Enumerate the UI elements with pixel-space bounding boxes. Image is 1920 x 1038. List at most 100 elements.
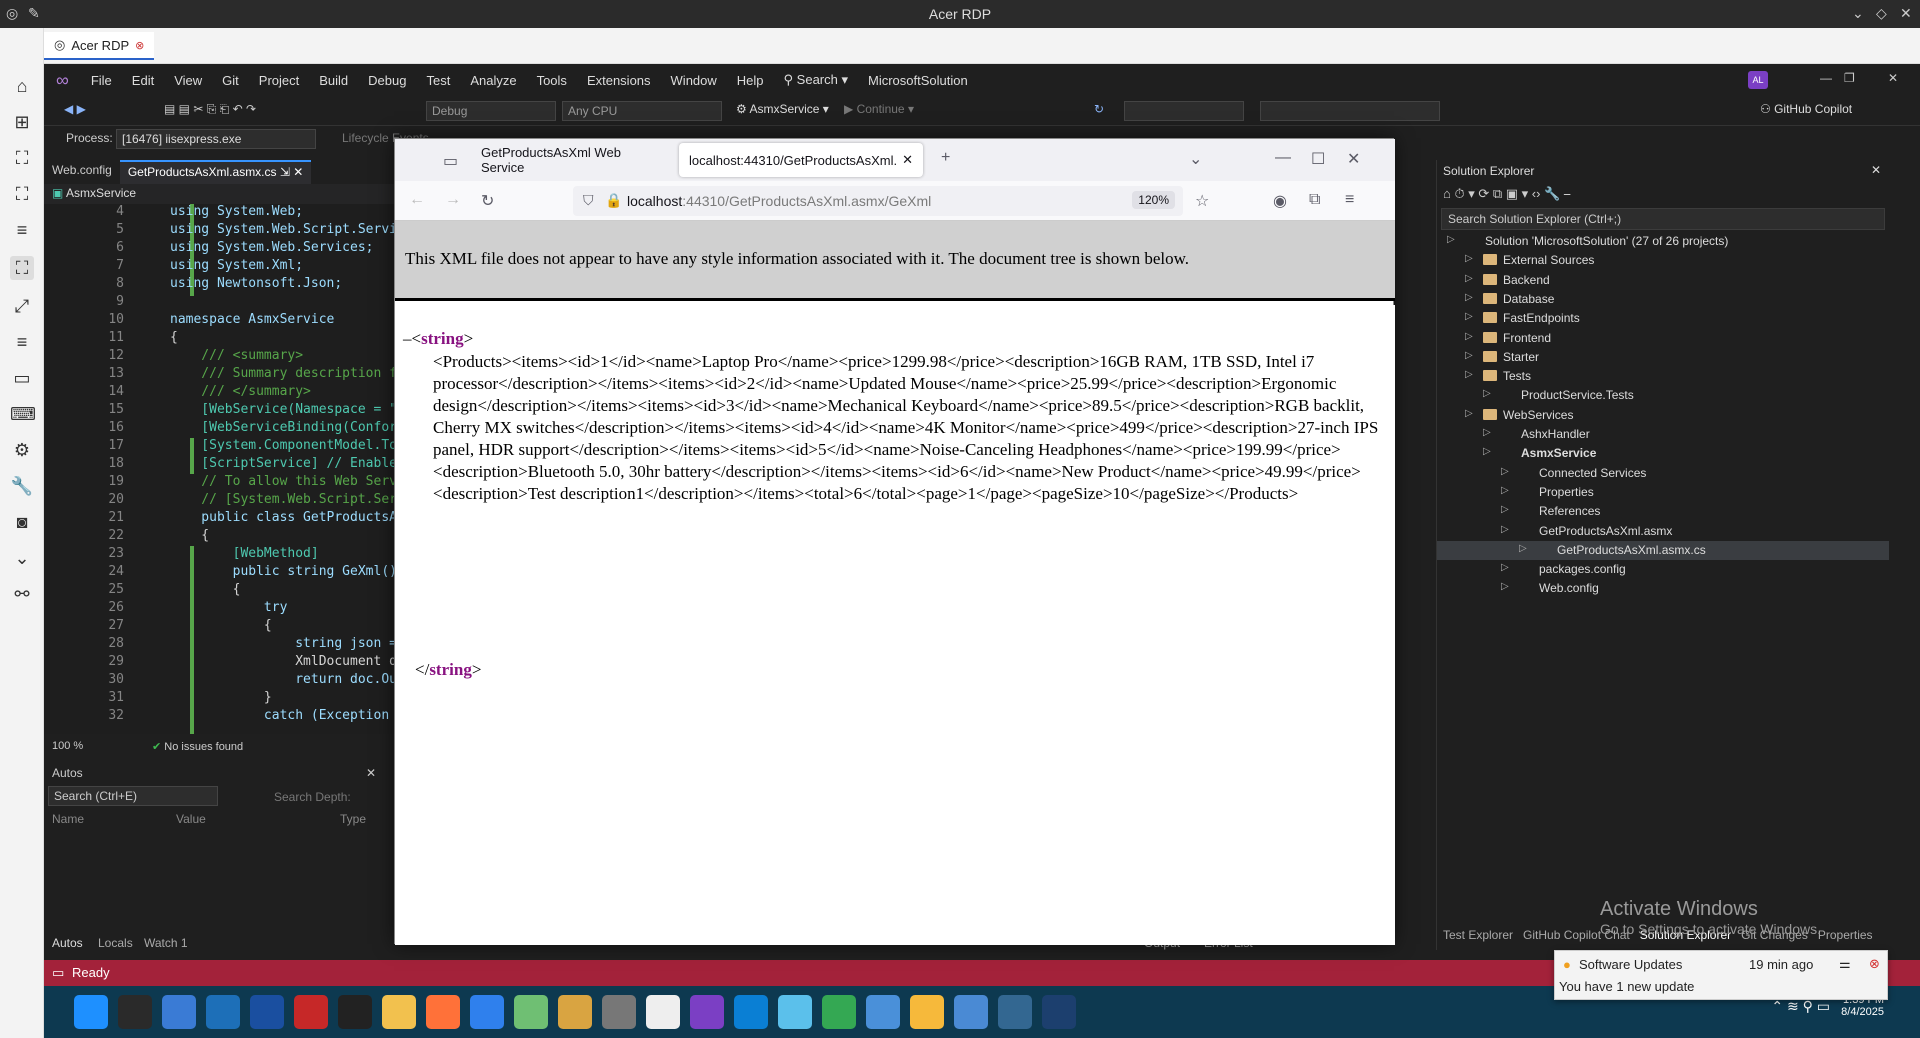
session-close-icon[interactable]: ⊗: [135, 39, 144, 52]
link-icon[interactable]: ⚯: [10, 582, 34, 606]
camera-icon[interactable]: ◙: [10, 510, 34, 534]
expand-arrow-icon[interactable]: ▷: [1465, 331, 1473, 342]
expand-arrow-icon[interactable]: ▷: [1501, 466, 1509, 477]
tree-item[interactable]: ▷ packages.config: [1437, 560, 1889, 579]
star-icon[interactable]: ☆: [1195, 191, 1209, 211]
code-line[interactable]: return doc.Ou: [170, 672, 394, 687]
menu-debug[interactable]: Debug: [358, 73, 416, 88]
forward-icon[interactable]: →: [445, 191, 461, 209]
expand-arrow-icon[interactable]: ▷: [1465, 350, 1473, 361]
zoom-badge[interactable]: 120%: [1132, 191, 1175, 209]
code-line[interactable]: public string GeXml(): [170, 564, 394, 579]
menu-project[interactable]: Project: [249, 73, 309, 88]
issues-status[interactable]: ✔ No issues found: [152, 740, 243, 753]
code-line[interactable]: [WebMethod]: [170, 546, 319, 561]
tray-icons[interactable]: ⌃ ≋ ⚲ ▭: [1771, 998, 1830, 1015]
menu-git[interactable]: Git: [212, 73, 249, 88]
hamburger-menu-icon[interactable]: ≡: [1345, 191, 1354, 209]
code-line[interactable]: [WebService(Namespace = ": [170, 402, 394, 417]
expand-arrow-icon[interactable]: ▷: [1483, 427, 1491, 438]
code-line[interactable]: // [System.Web.Script.Serv: [170, 492, 394, 507]
solution-toolbar[interactable]: ⌂ ⏱ ▾ ⟳ ⧉ ▣ ▾ ‹› 🔧 ⎯: [1443, 186, 1570, 202]
app-icon-3[interactable]: [514, 995, 548, 1029]
tree-item[interactable]: ▷ ProductService.Tests: [1437, 386, 1889, 405]
menu-icon[interactable]: ≡: [10, 218, 34, 242]
smart-size-icon[interactable]: ⛶: [10, 256, 34, 280]
code-line[interactable]: {: [170, 582, 241, 597]
tab-autos[interactable]: Autos: [52, 936, 83, 950]
tab-close-icon[interactable]: ✕: [902, 152, 913, 168]
window-icon[interactable]: ▭: [10, 366, 34, 390]
expand-arrow-icon[interactable]: ▷: [1501, 562, 1509, 573]
continue-button[interactable]: ▶ Continue ▾: [844, 102, 914, 116]
rdp-session-tab[interactable]: ◎ Acer RDP ⊗: [44, 32, 155, 60]
fullscreen-icon[interactable]: ⛶: [10, 182, 34, 206]
tree-item[interactable]: ▷ Frontend: [1437, 329, 1889, 348]
menu-edit[interactable]: Edit: [122, 73, 164, 88]
chrome-icon[interactable]: [822, 995, 856, 1029]
code-line[interactable]: [System.ComponentModel.Too: [170, 438, 394, 453]
search-icon[interactable]: [206, 995, 240, 1029]
gimp-icon[interactable]: [602, 995, 636, 1029]
code-line[interactable]: [WebServiceBinding(Confor: [170, 420, 394, 435]
back-icon[interactable]: ◀ ▶: [64, 102, 86, 116]
restart-icon[interactable]: ↻: [1094, 102, 1104, 116]
expand-arrow-icon[interactable]: ▷: [1483, 388, 1491, 399]
close-icon[interactable]: ✕: [1900, 5, 1912, 22]
code-line[interactable]: [ScriptService] // Enable: [170, 456, 394, 471]
expand-arrow-icon[interactable]: ▷: [1501, 485, 1509, 496]
code-line[interactable]: {: [170, 618, 272, 633]
search-menu[interactable]: ⚲ Search ▾: [774, 72, 858, 88]
notification-close-icon[interactable]: ⊗: [1869, 956, 1880, 972]
tree-item[interactable]: ▷ External Sources: [1437, 251, 1889, 270]
process-dropdown[interactable]: [16476] iisexpress.exe: [116, 129, 316, 149]
expand-arrow-icon[interactable]: ▷: [1501, 524, 1509, 535]
add-connection-icon[interactable]: ⊞: [10, 110, 34, 134]
tab-locals[interactable]: Locals: [98, 936, 133, 950]
tree-item[interactable]: ▷ AsmxService: [1437, 444, 1889, 463]
zoom-level[interactable]: 100 %: [52, 740, 83, 752]
tree-item[interactable]: ▷ Properties: [1437, 483, 1889, 502]
expand-arrow-icon[interactable]: ▷: [1483, 446, 1491, 457]
defender-icon[interactable]: [250, 995, 284, 1029]
expand-arrow-icon[interactable]: ▷: [1501, 581, 1509, 592]
app-icon-1[interactable]: [162, 995, 196, 1029]
file-explorer-icon[interactable]: [382, 995, 416, 1029]
tree-item[interactable]: ▷ FastEndpoints: [1437, 309, 1889, 328]
expand-icon[interactable]: ⤢: [10, 294, 34, 318]
app-icon-6[interactable]: [866, 995, 900, 1029]
restore-window-icon[interactable]: ❐: [1844, 71, 1855, 85]
tree-item[interactable]: ▷ AshxHandler: [1437, 425, 1889, 444]
navigation-bar[interactable]: ▣ AsmxService: [44, 184, 394, 204]
expand-arrow-icon[interactable]: ▷: [1465, 253, 1473, 264]
autos-close-icon[interactable]: ✕: [366, 766, 376, 780]
terminal-icon[interactable]: [338, 995, 372, 1029]
notepad-icon[interactable]: [470, 995, 504, 1029]
wrench-icon[interactable]: 🔧: [10, 474, 34, 498]
postgres-icon[interactable]: [998, 995, 1032, 1029]
tree-item[interactable]: ▷ Solution 'MicrosoftSolution' (27 of 26 …: [1437, 232, 1889, 251]
expand-arrow-icon[interactable]: ▷: [1465, 369, 1473, 380]
tree-item[interactable]: ▷ Starter: [1437, 348, 1889, 367]
url-bar[interactable]: ⛉ 🔒 localhost:44310/GetProductsAsXml.asm…: [573, 186, 1183, 216]
account-icon[interactable]: ◉: [1273, 191, 1287, 211]
code-line[interactable]: catch (Exception e: [170, 708, 394, 723]
code-line[interactable]: XmlDocument do: [170, 654, 394, 669]
tree-item[interactable]: ▷ Tests: [1437, 367, 1889, 386]
app-icon-8[interactable]: [954, 995, 988, 1029]
code-line[interactable]: using Newtonsoft.Json;: [170, 276, 342, 291]
expand-arrow-icon[interactable]: ▷: [1519, 543, 1527, 554]
menu-build[interactable]: Build: [309, 73, 358, 88]
solution-search-input[interactable]: Search Solution Explorer (Ctrl+;): [1441, 208, 1885, 230]
menu-tools[interactable]: Tools: [527, 73, 577, 88]
code-line[interactable]: using System.Web.Script.Servic: [170, 222, 394, 237]
restore-icon[interactable]: ◇: [1876, 5, 1887, 22]
start-icon[interactable]: [74, 995, 108, 1029]
sliders-icon[interactable]: ⚌: [1839, 956, 1851, 972]
menu-test[interactable]: Test: [416, 73, 460, 88]
minimize-icon[interactable]: —: [1275, 149, 1291, 167]
gear-icon[interactable]: ⚙: [10, 438, 34, 462]
code-line[interactable]: /// Summary description fo: [170, 366, 394, 381]
xml-open-tag[interactable]: –<string>: [403, 329, 473, 349]
fit-screen-icon[interactable]: ⛶: [10, 146, 34, 170]
